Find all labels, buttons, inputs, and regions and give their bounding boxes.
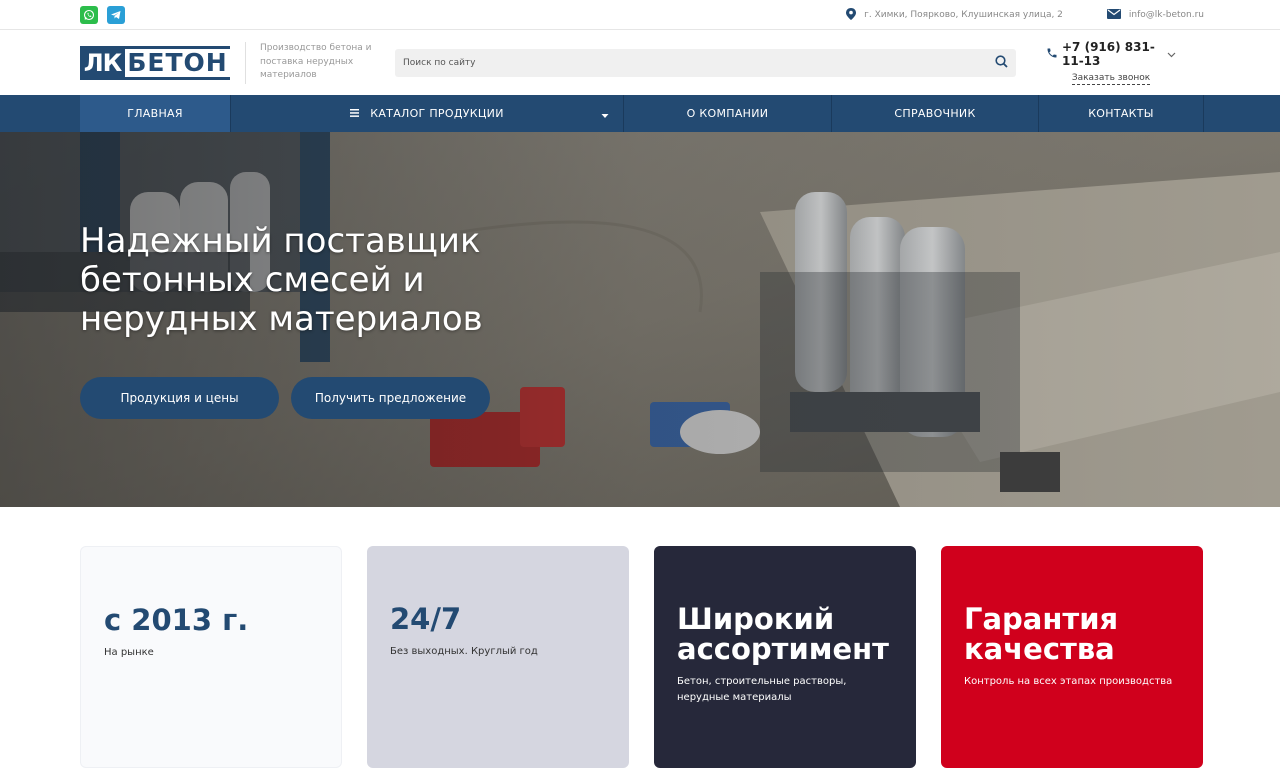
nav-item-label: ГЛАВНАЯ bbox=[127, 107, 183, 120]
mail-icon bbox=[1106, 8, 1121, 22]
nav-item-catalog[interactable]: КАТАЛОГ ПРОДУКЦИИ bbox=[231, 95, 624, 132]
header: ЛК БЕТОН Производство бетона и поставка … bbox=[0, 30, 1280, 95]
logo[interactable]: ЛК БЕТОН bbox=[80, 45, 230, 80]
hero-content: Надежный поставщик бетонных смесей и нер… bbox=[80, 222, 600, 419]
products-prices-button[interactable]: Продукция и цены bbox=[80, 377, 279, 419]
features-section: с 2013 г. На рынке 24/7 Без выходных. Кр… bbox=[0, 507, 1280, 768]
feature-text: Контроль на всех этапах производства bbox=[964, 676, 1173, 687]
phone-number[interactable]: +7 (916) 831-11-13 bbox=[1062, 40, 1163, 68]
feature-text: На рынке bbox=[104, 647, 154, 658]
nav-item-label: СПРАВОЧНИК bbox=[894, 107, 976, 120]
nav-item-home[interactable]: ГЛАВНАЯ bbox=[80, 95, 231, 132]
search-icon[interactable] bbox=[995, 53, 1008, 72]
hero-title: Надежный поставщик бетонных смесей и нер… bbox=[80, 221, 483, 339]
nav-item-label: КАТАЛОГ ПРОДУКЦИИ bbox=[370, 107, 504, 120]
top-contacts: г. Химки, Поярково, Клушинская улица, 2 … bbox=[846, 7, 1204, 23]
search-input[interactable] bbox=[403, 57, 995, 68]
email-text[interactable]: info@lk-beton.ru bbox=[1129, 10, 1204, 20]
chevron-down-icon bbox=[601, 109, 609, 122]
nav-item-label: КОНТАКТЫ bbox=[1088, 107, 1154, 120]
top-bar: г. Химки, Поярково, Клушинская улица, 2 … bbox=[0, 0, 1280, 30]
main-nav: ГЛАВНАЯ КАТАЛОГ ПРОДУКЦИИ О КОМПАНИИ СПР… bbox=[0, 95, 1280, 132]
hero-banner: Надежный поставщик бетонных смесей и нер… bbox=[0, 132, 1280, 507]
feature-title: 24/7 bbox=[390, 602, 462, 636]
feature-title: с 2013 г. bbox=[104, 603, 249, 637]
logo-beton: БЕТОН bbox=[125, 45, 230, 80]
nav-item-reference[interactable]: СПРАВОЧНИК bbox=[832, 95, 1039, 132]
logo-lk: ЛК bbox=[80, 45, 125, 80]
email[interactable]: info@lk-beton.ru bbox=[1106, 8, 1204, 22]
feature-title: Широкий ассортимент bbox=[677, 602, 889, 666]
feature-text: Бетон, строительные растворы, нерудные м… bbox=[677, 676, 847, 703]
chevron-down-icon[interactable] bbox=[1167, 47, 1176, 61]
hero-buttons: Продукция и цены Получить предложение bbox=[80, 377, 600, 419]
social-links bbox=[80, 6, 125, 24]
whatsapp-icon[interactable] bbox=[80, 6, 98, 24]
feature-card-quality: Гарантия качества Контроль на всех этапа… bbox=[941, 546, 1203, 768]
get-offer-button[interactable]: Получить предложение bbox=[291, 377, 490, 419]
header-divider bbox=[245, 41, 246, 84]
nav-item-label: О КОМПАНИИ bbox=[686, 107, 769, 120]
nav-item-contacts[interactable]: КОНТАКТЫ bbox=[1039, 95, 1204, 132]
location-pin-icon bbox=[846, 7, 857, 23]
feature-card-assortment: Широкий ассортимент Бетон, строительные … bbox=[654, 546, 916, 768]
phone-icon bbox=[1046, 47, 1058, 62]
callback-link[interactable]: Заказать звонок bbox=[1071, 73, 1151, 85]
feature-card-schedule: 24/7 Без выходных. Круглый год bbox=[367, 546, 629, 768]
telegram-icon[interactable] bbox=[107, 6, 125, 24]
menu-icon bbox=[350, 107, 360, 120]
phone-block: +7 (916) 831-11-13 Заказать звонок bbox=[1046, 40, 1176, 85]
search-box[interactable] bbox=[395, 48, 1016, 77]
nav-item-about[interactable]: О КОМПАНИИ bbox=[624, 95, 832, 132]
feature-card-since: с 2013 г. На рынке bbox=[80, 546, 342, 768]
address-text: г. Химки, Поярково, Клушинская улица, 2 bbox=[864, 10, 1063, 20]
feature-text: Без выходных. Круглый год bbox=[390, 646, 538, 657]
phone[interactable]: +7 (916) 831-11-13 bbox=[1046, 40, 1176, 68]
feature-title: Гарантия качества bbox=[964, 602, 1119, 666]
address: г. Химки, Поярково, Клушинская улица, 2 bbox=[846, 7, 1063, 23]
slogan: Производство бетона и поставка нерудных … bbox=[260, 43, 372, 81]
